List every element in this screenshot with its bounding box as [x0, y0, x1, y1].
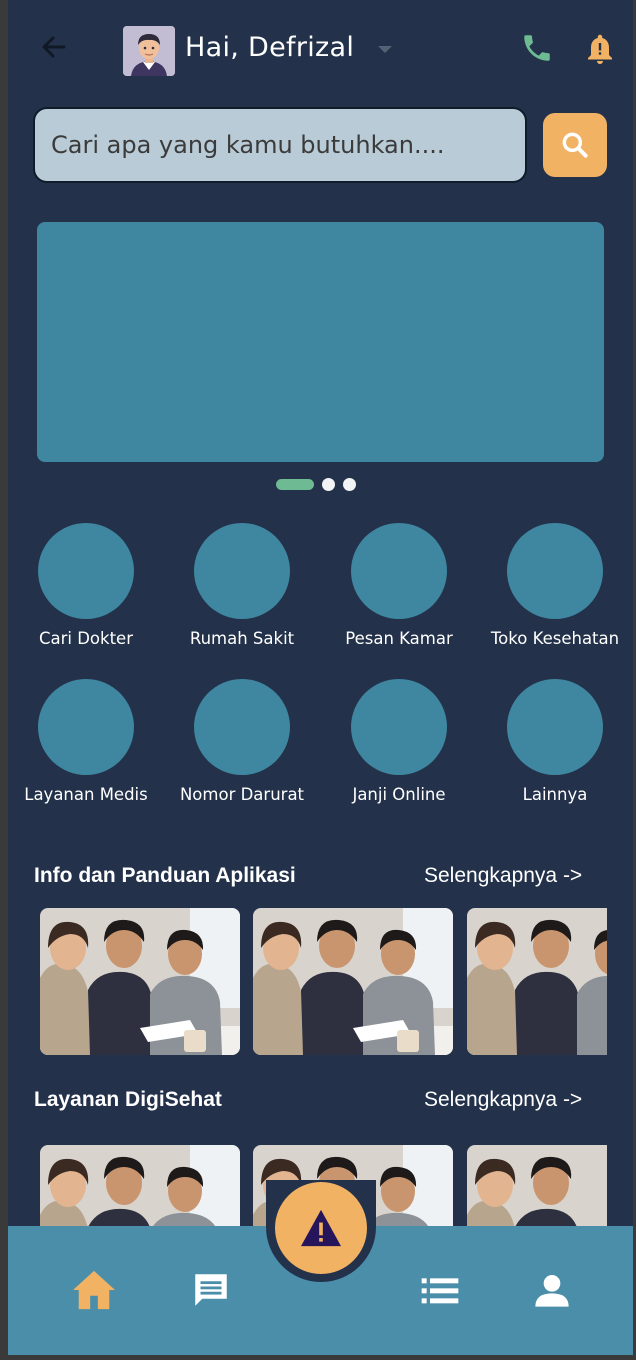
menu-icon-placeholder [194, 679, 290, 775]
menu-label: Lainnya [522, 785, 588, 804]
menu-label: Cari Dokter [38, 629, 133, 648]
pagination-dot[interactable] [322, 477, 335, 491]
menu-icon-placeholder [507, 679, 603, 775]
menu-icon-placeholder [38, 679, 134, 775]
greeting-text: Hai, Defrizal [185, 32, 355, 63]
nav-profile-button[interactable] [528, 1266, 576, 1314]
search-icon [562, 132, 588, 158]
menu-icon-placeholder [351, 523, 447, 619]
account-dropdown[interactable] [376, 42, 394, 56]
bell-icon [588, 34, 612, 64]
call-button[interactable] [520, 30, 554, 66]
menu-label: Toko Kesehatan [490, 629, 620, 648]
menu-label: Rumah Sakit [189, 629, 295, 648]
menu-item-nomor-darurat[interactable]: Nomor Darurat [167, 679, 317, 819]
people-photo [40, 1145, 240, 1226]
list-icon [421, 1278, 459, 1304]
menu-icon-placeholder [194, 523, 290, 619]
menu-icon-placeholder [351, 679, 447, 775]
phone-icon [524, 35, 550, 61]
menu-label: Layanan Medis [24, 785, 148, 804]
search-input[interactable] [33, 107, 527, 183]
see-more-link-layanan[interactable]: Selengkapnya -> [424, 1088, 582, 1112]
info-card[interactable] [253, 908, 453, 1055]
menu-label: Janji Online [352, 785, 446, 804]
person-icon [535, 1275, 569, 1307]
menu-icon-placeholder [507, 523, 603, 619]
menu-label: Nomor Darurat [179, 785, 305, 804]
menu-item-rumah-sakit[interactable]: Rumah Sakit [167, 523, 317, 663]
emergency-alert-button[interactable] [275, 1182, 367, 1274]
info-card[interactable] [40, 908, 240, 1055]
see-more-link-info[interactable]: Selengkapnya -> [424, 864, 582, 888]
nav-chat-button[interactable] [187, 1266, 235, 1314]
home-icon [73, 1270, 115, 1310]
menu-item-layanan-medis[interactable]: Layanan Medis [11, 679, 161, 819]
pagination-dot-active[interactable] [276, 478, 314, 490]
promo-banner[interactable] [37, 222, 604, 462]
info-card-row[interactable] [40, 908, 607, 1055]
back-button[interactable] [34, 28, 74, 68]
chat-icon [195, 1274, 227, 1306]
nav-home-button[interactable] [70, 1266, 118, 1314]
search-button[interactable] [543, 113, 607, 177]
menu-icon-placeholder [38, 523, 134, 619]
banner-pagination [276, 477, 356, 491]
dropdown-arrow-icon [378, 46, 392, 53]
section-title-info: Info dan Panduan Aplikasi [34, 864, 296, 887]
avatar-illustration [123, 26, 175, 76]
menu-item-pesan-kamar[interactable]: Pesan Kamar [324, 523, 474, 663]
nav-list-button[interactable] [416, 1266, 464, 1314]
people-photo [467, 908, 607, 1055]
app-screen: Hai, Defrizal Cari apa yang kamu butuhka… [8, 0, 633, 1355]
people-photo [40, 908, 240, 1055]
notification-button[interactable] [582, 30, 618, 68]
menu-item-cari-dokter[interactable]: Cari Dokter [11, 523, 161, 663]
people-photo [467, 1145, 607, 1226]
app-header: Hai, Defrizal [8, 0, 633, 100]
menu-item-toko-kesehatan[interactable]: Toko Kesehatan [480, 523, 630, 663]
info-card[interactable] [467, 908, 607, 1055]
avatar[interactable] [123, 26, 175, 76]
section-title-layanan: Layanan DigiSehat [34, 1088, 222, 1111]
people-photo [253, 908, 453, 1055]
layanan-card[interactable] [467, 1145, 607, 1226]
menu-item-janji-online[interactable]: Janji Online [324, 679, 474, 819]
menu-label: Pesan Kamar [345, 629, 453, 648]
pagination-dot[interactable] [343, 477, 356, 491]
menu-item-lainnya[interactable]: Lainnya [480, 679, 630, 819]
alert-icon [301, 1209, 341, 1247]
back-arrow-icon [42, 36, 66, 58]
layanan-card[interactable] [40, 1145, 240, 1226]
